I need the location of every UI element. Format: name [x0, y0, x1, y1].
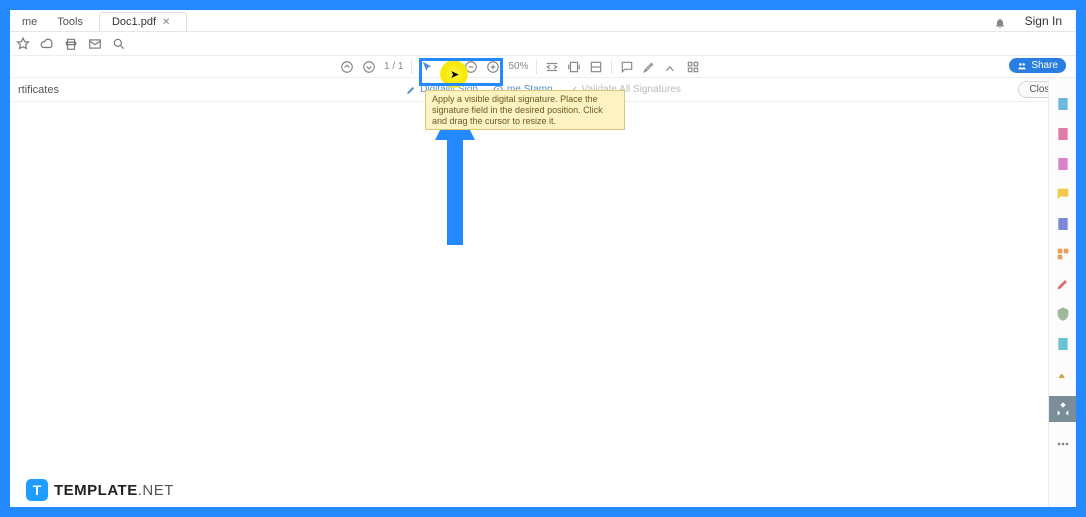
tab-tools[interactable]: Tools [47, 13, 93, 31]
share-button[interactable]: Share [1009, 58, 1066, 73]
sign-in-link[interactable]: Sign In [1025, 14, 1062, 28]
view-mode-icon[interactable] [589, 60, 603, 74]
highlight-icon[interactable] [642, 60, 656, 74]
more-rail-icon[interactable] [1055, 436, 1071, 452]
more-tools-icon[interactable] [686, 60, 700, 74]
tab-document[interactable]: Doc1.pdf ✕ [99, 12, 187, 31]
fit-page-icon[interactable] [567, 60, 581, 74]
pen-icon [405, 84, 417, 96]
select-tool-icon[interactable] [420, 60, 434, 74]
bell-icon[interactable] [994, 16, 1006, 28]
organize-icon[interactable] [1055, 246, 1071, 262]
zoom-level[interactable]: 50% [508, 61, 528, 72]
search-icon[interactable] [112, 37, 126, 51]
export-pdf-icon[interactable] [1055, 96, 1071, 112]
comment-tool-icon[interactable] [1055, 186, 1071, 202]
combine-icon[interactable] [1055, 216, 1071, 232]
create-pdf-icon[interactable] [1055, 126, 1071, 142]
watermark-badge: T [26, 479, 48, 501]
toolbar-separator [611, 60, 612, 74]
mail-icon[interactable] [88, 37, 102, 51]
toolbar-separator [536, 60, 537, 74]
star-icon[interactable] [16, 37, 30, 51]
redact-icon[interactable] [1055, 276, 1071, 292]
fill-sign-icon[interactable] [1055, 366, 1071, 382]
nav-up-icon[interactable] [340, 60, 354, 74]
quick-toolbar [10, 32, 1076, 56]
close-tab-icon[interactable]: ✕ [162, 17, 170, 28]
watermark: T TEMPLATE.NET [26, 479, 174, 501]
print-icon[interactable] [64, 37, 78, 51]
watermark-brand: TEMPLATE [54, 482, 138, 499]
people-icon [1017, 61, 1027, 71]
watermark-domain: .NET [138, 482, 174, 499]
certificates-tool-active[interactable] [1049, 396, 1077, 422]
main-toolbar: 1 / 1 50% Share [10, 56, 1076, 78]
page-indicator: 1 / 1 [384, 61, 403, 72]
certificates-label: rtificates [18, 84, 59, 96]
document-canvas[interactable] [10, 102, 1046, 507]
tab-home[interactable]: me [12, 13, 47, 31]
watermark-text: TEMPLATE.NET [54, 482, 174, 499]
app-tabs: me Tools Doc1.pdf ✕ [10, 10, 1076, 32]
nav-down-icon[interactable] [362, 60, 376, 74]
fit-width-icon[interactable] [545, 60, 559, 74]
right-tools-rail [1048, 78, 1076, 507]
edit-pdf-icon[interactable] [1055, 156, 1071, 172]
sign-icon[interactable] [664, 60, 678, 74]
zoom-in-icon[interactable] [486, 60, 500, 74]
cloud-icon[interactable] [40, 37, 54, 51]
protect-icon[interactable] [1055, 306, 1071, 322]
cursor-icon: ➤ [450, 68, 459, 81]
share-label: Share [1031, 60, 1058, 71]
comment-icon[interactable] [620, 60, 634, 74]
tab-document-label: Doc1.pdf [112, 16, 156, 28]
toolbar-separator [411, 60, 412, 74]
compress-icon[interactable] [1055, 336, 1071, 352]
tooltip: Apply a visible digital signature. Place… [425, 90, 625, 130]
